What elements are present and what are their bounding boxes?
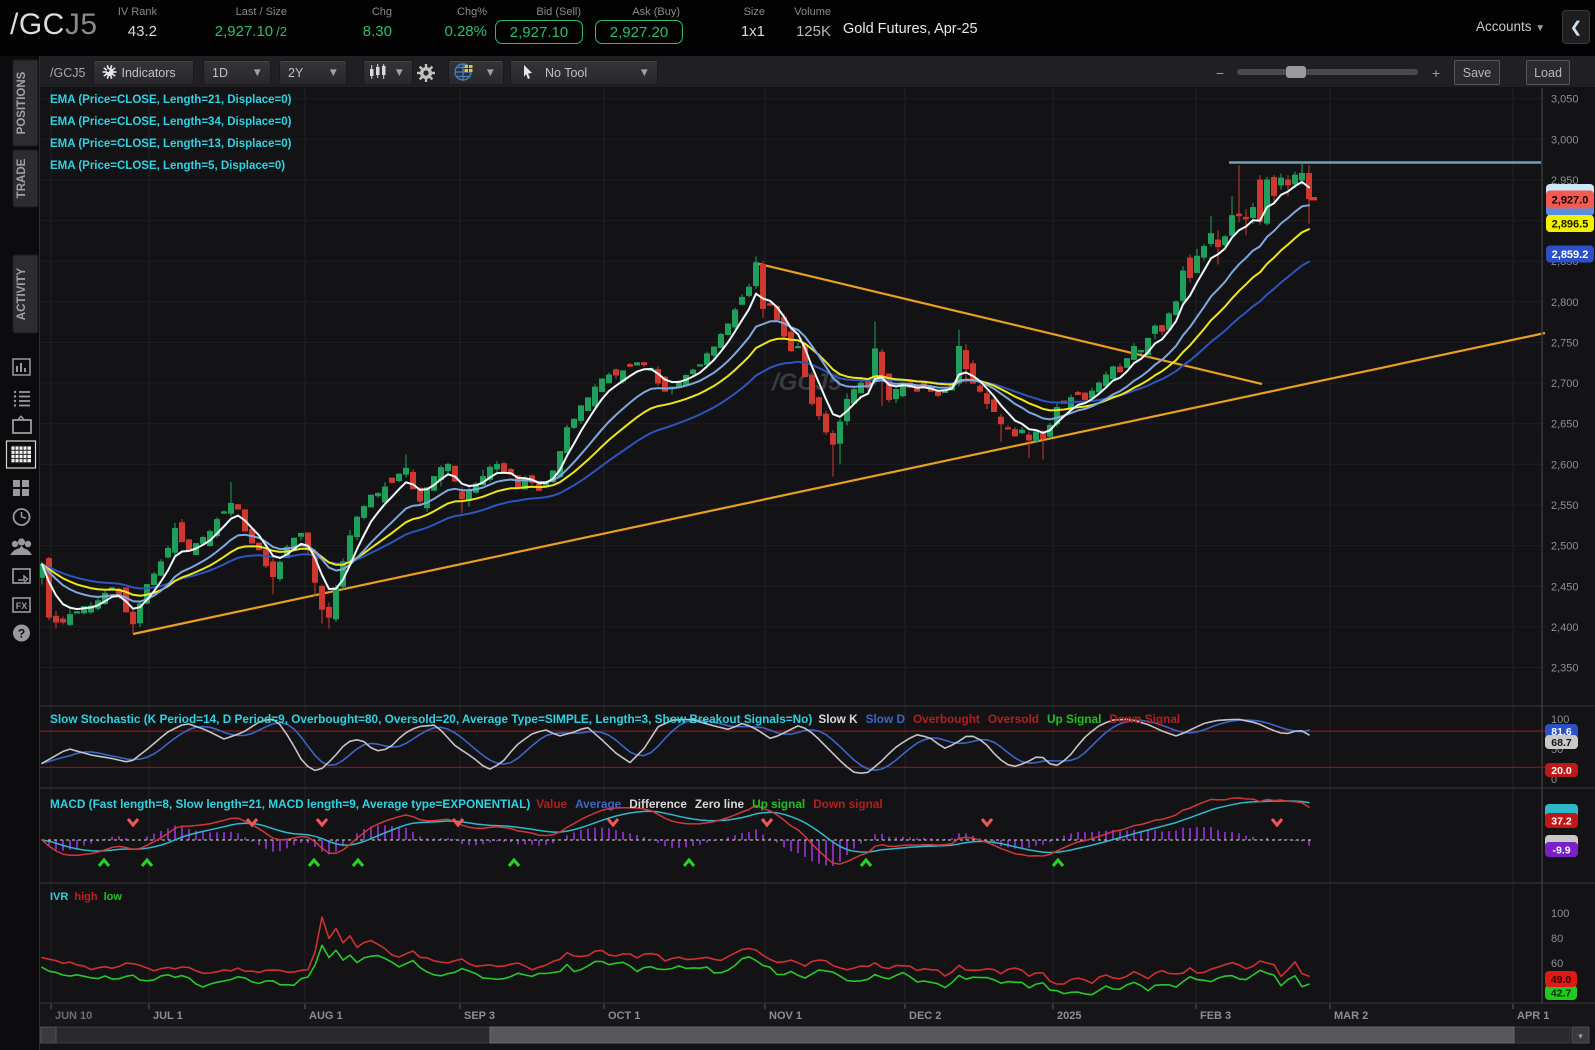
svg-text:TRADE: TRADE: [16, 158, 28, 198]
svg-text:Slow Stochastic (K Period=14,: Slow Stochastic (K Period=14, D Period=9…: [50, 712, 1180, 726]
svg-text:2025: 2025: [1057, 1010, 1081, 1022]
svg-text:2,350: 2,350: [1551, 663, 1579, 675]
svg-text:2,800: 2,800: [1551, 297, 1579, 309]
svg-text:DEC 2: DEC 2: [909, 1010, 941, 1022]
svg-text:2,450: 2,450: [1551, 581, 1579, 593]
svg-text:3,000: 3,000: [1551, 134, 1579, 146]
svg-text:20.0: 20.0: [1551, 765, 1572, 777]
svg-text:IVRhighlow: IVR high low: [50, 891, 122, 903]
svg-text:49.0: 49.0: [1551, 974, 1572, 986]
svg-text:AUG 1: AUG 1: [309, 1010, 343, 1022]
svg-text:OCT 1: OCT 1: [608, 1010, 640, 1022]
svg-text:2,700: 2,700: [1551, 378, 1579, 390]
svg-text:2,859.2: 2,859.2: [1552, 249, 1589, 261]
svg-text:-9.9: -9.9: [1552, 845, 1570, 857]
svg-text:2,550: 2,550: [1551, 500, 1579, 512]
svg-text:FX: FX: [16, 601, 28, 611]
svg-text:2,600: 2,600: [1551, 459, 1579, 471]
svg-text:2,400: 2,400: [1551, 622, 1579, 634]
svg-text:MAR 2: MAR 2: [1334, 1010, 1368, 1022]
svg-text:EMA (Price=CLOSE, Length=34, D: EMA (Price=CLOSE, Length=34, Displace=0): [50, 116, 292, 128]
svg-text:POSITIONS: POSITIONS: [16, 71, 28, 134]
svg-text:APR 1: APR 1: [1517, 1010, 1549, 1022]
svg-text:3,050: 3,050: [1551, 94, 1579, 106]
svg-text:100: 100: [1551, 908, 1569, 920]
svg-text:EMA (Price=CLOSE, Length=13, D: EMA (Price=CLOSE, Length=13, Displace=0): [50, 138, 292, 150]
svg-text:?: ?: [18, 627, 25, 641]
svg-text:FEB 3: FEB 3: [1200, 1010, 1231, 1022]
svg-text:SEP 3: SEP 3: [464, 1010, 495, 1022]
svg-text:68.7: 68.7: [1551, 737, 1572, 749]
svg-text:2,896.5: 2,896.5: [1552, 219, 1589, 231]
svg-text:80: 80: [1551, 933, 1563, 945]
svg-text:2,750: 2,750: [1551, 338, 1579, 350]
svg-text:MACD (Fast length=8, Slow leng: MACD (Fast length=8, Slow length=21, MAC…: [50, 797, 883, 811]
svg-text:JUL 1: JUL 1: [153, 1010, 183, 1022]
svg-text:EMA (Price=CLOSE, Length=21, D: EMA (Price=CLOSE, Length=21, Displace=0): [50, 94, 292, 106]
svg-text:2,650: 2,650: [1551, 419, 1579, 431]
svg-text:ACTIVITY: ACTIVITY: [16, 267, 28, 320]
svg-text:JUN 10: JUN 10: [55, 1010, 92, 1022]
svg-text:37.2: 37.2: [1551, 816, 1572, 828]
svg-text:42.7: 42.7: [1551, 988, 1572, 1000]
svg-text:2,500: 2,500: [1551, 541, 1579, 553]
svg-text:▾: ▾: [1578, 1031, 1583, 1041]
svg-text:EMA (Price=CLOSE, Length=5, Di: EMA (Price=CLOSE, Length=5, Displace=0): [50, 160, 285, 172]
svg-text:NOV 1: NOV 1: [769, 1010, 802, 1022]
svg-text:60: 60: [1551, 958, 1563, 970]
svg-text:2,927.0: 2,927.0: [1552, 195, 1589, 207]
